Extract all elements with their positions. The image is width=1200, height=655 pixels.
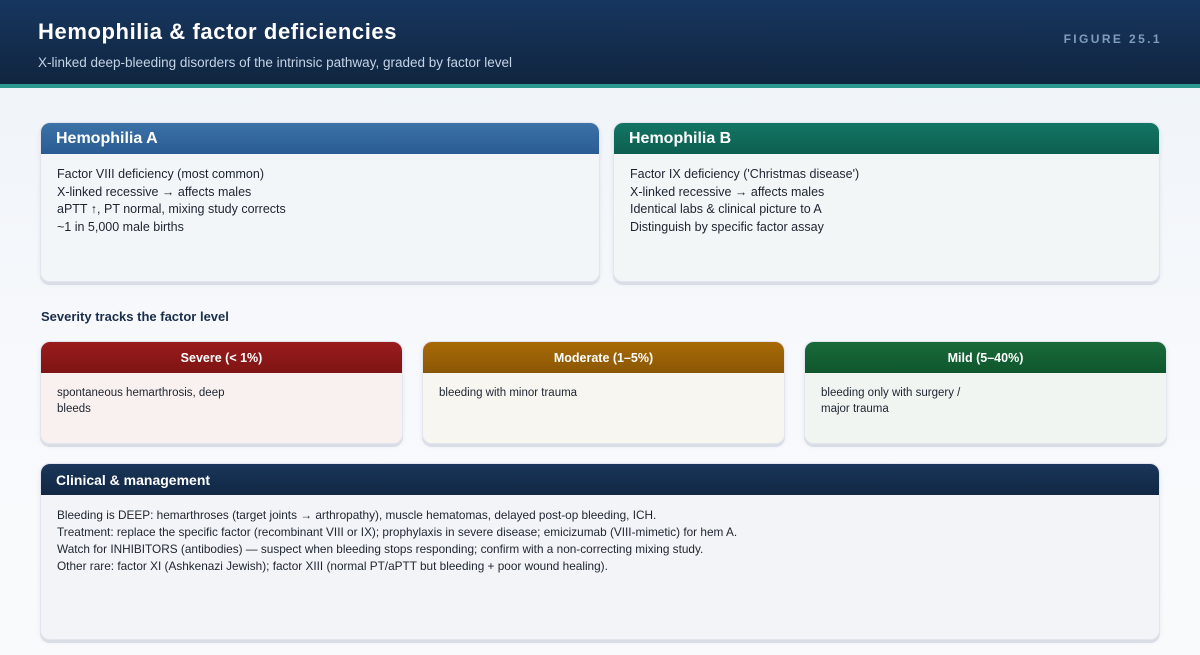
hemophilia-a-line: aPTT ↑, PT normal, mixing study corrects (57, 202, 286, 216)
clinical-line: Other rare: factor XI (Ashkenazi Jewish)… (57, 559, 608, 573)
severity-mild-line: major trauma (821, 403, 889, 415)
hemophilia-a-card: Hemophilia A Factor VIII deficiency (mos… (40, 122, 600, 282)
severity-mild-card: Mild (5–40%) bleeding only with surgery … (804, 341, 1167, 444)
severity-severe-line: bleeds (57, 403, 91, 415)
hemophilia-a-title: Hemophilia A (41, 123, 599, 154)
hemophilia-a-line: X-linked recessive → affects males (57, 184, 252, 199)
clinical-management-body: Bleeding is DEEP: hemarthroses (target j… (41, 495, 1159, 639)
severity-section-title: Severity tracks the factor level (41, 309, 229, 324)
hemophilia-a-line: Factor VIII deficiency (most common) (57, 167, 265, 181)
page-subtitle: X-linked deep-bleeding disorders of the … (38, 55, 513, 70)
hemophilia-b-card: Hemophilia B Factor IX deficiency ('Chri… (613, 122, 1160, 282)
hemophilia-b-title: Hemophilia B (614, 123, 1159, 154)
clinical-line: Bleeding is DEEP: hemarthroses (target j… (57, 508, 657, 522)
hemophilia-b-body: Factor IX deficiency ('Christmas disease… (614, 154, 1159, 281)
hemophilia-b-line: Distinguish by specific factor assay (630, 219, 824, 234)
severity-severe-title: Severe (< 1%) (41, 342, 402, 373)
severity-moderate-card: Moderate (1–5%) bleeding with minor trau… (422, 341, 785, 444)
severity-severe-line: spontaneous hemarthrosis, deep (57, 387, 225, 399)
severity-mild-line: bleeding only with surgery / (821, 387, 961, 399)
figure-label: FIGURE 25.1 (1063, 32, 1162, 46)
clinical-line: Treatment: replace the specific factor (… (57, 525, 738, 539)
severity-mild-body: bleeding only with surgery / major traum… (805, 373, 1166, 443)
severity-severe-card: Severe (< 1%) spontaneous hemarthrosis, … (40, 341, 403, 444)
severity-moderate-line: bleeding with minor trauma (439, 387, 578, 399)
severity-moderate-body: bleeding with minor trauma (423, 373, 784, 443)
severity-severe-body: spontaneous hemarthrosis, deep bleeds (41, 373, 402, 443)
severity-moderate-title: Moderate (1–5%) (423, 342, 784, 373)
hemophilia-a-line: ~1 in 5,000 male births (57, 219, 184, 234)
hemophilia-b-line: X-linked recessive → affects males (630, 184, 825, 199)
header-accent-stripe (0, 84, 1200, 88)
hemophilia-b-line: Identical labs & clinical picture to A (630, 202, 822, 216)
severity-mild-title: Mild (5–40%) (805, 342, 1166, 373)
page-title: Hemophilia & factor deficiencies (38, 19, 398, 44)
header-banner: Hemophilia & factor deficiencies X-linke… (0, 0, 1200, 84)
hemophilia-a-body: Factor VIII deficiency (most common) X-l… (41, 154, 599, 281)
clinical-line: Watch for INHIBITORS (antibodies) — susp… (57, 542, 704, 556)
clinical-management-title: Clinical & management (41, 464, 1159, 495)
hemophilia-b-line: Factor IX deficiency ('Christmas disease… (630, 167, 860, 181)
clinical-management-card: Clinical & management Bleeding is DEEP: … (40, 463, 1160, 640)
